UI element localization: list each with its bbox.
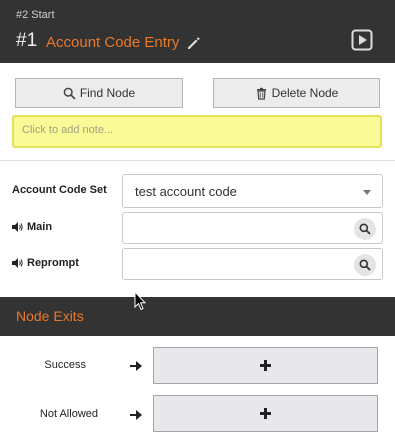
exit-label: Success: [44, 359, 86, 371]
arrow-right-icon: [130, 361, 142, 371]
add-exit-button[interactable]: [153, 347, 378, 384]
previous-node-link[interactable]: #2 Start: [16, 9, 55, 21]
account-code-set-text: Account Code Set: [12, 184, 107, 196]
main-label-text: Main: [27, 221, 53, 233]
reprompt-label-text: Reprompt: [27, 257, 79, 269]
search-icon[interactable]: [354, 218, 376, 240]
search-icon[interactable]: [354, 254, 376, 276]
delete-node-label: Delete Node: [271, 86, 339, 100]
find-node-label: Find Node: [79, 86, 136, 100]
node-header: #2 Start #1 Account Code Entry: [0, 0, 395, 63]
reprompt-input[interactable]: [122, 248, 383, 280]
divider: [0, 160, 395, 161]
reprompt-label: Reprompt: [12, 257, 79, 269]
mouse-cursor-icon: [134, 291, 146, 311]
account-code-set-select[interactable]: test account code: [122, 174, 383, 208]
main-label: Main: [12, 221, 52, 233]
delete-node-button[interactable]: Delete Node: [213, 78, 380, 108]
add-exit-button[interactable]: [153, 395, 378, 432]
play-icon[interactable]: [351, 29, 373, 51]
plus-icon: [260, 360, 271, 371]
speaker-icon: [12, 222, 23, 232]
find-node-button[interactable]: Find Node: [15, 78, 183, 108]
speaker-icon: [12, 258, 23, 268]
trash-icon: [256, 87, 266, 100]
arrow-right-icon: [130, 410, 142, 420]
plus-icon: [260, 408, 271, 419]
note-field[interactable]: Click to add note...: [12, 115, 382, 148]
node-number: #1: [16, 30, 38, 51]
main-input[interactable]: [122, 212, 383, 244]
node-exits-title: Node Exits: [16, 308, 84, 324]
node-title: Account Code Entry: [46, 34, 180, 51]
exit-label: Not Allowed: [39, 408, 98, 420]
pencil-icon[interactable]: [186, 35, 202, 51]
account-code-set-label: Account Code Set: [12, 184, 107, 196]
search-icon: [63, 87, 76, 100]
chevron-down-icon: [363, 190, 371, 195]
account-code-set-value: test account code: [135, 184, 237, 199]
node-exits-header: Node Exits: [0, 297, 395, 336]
